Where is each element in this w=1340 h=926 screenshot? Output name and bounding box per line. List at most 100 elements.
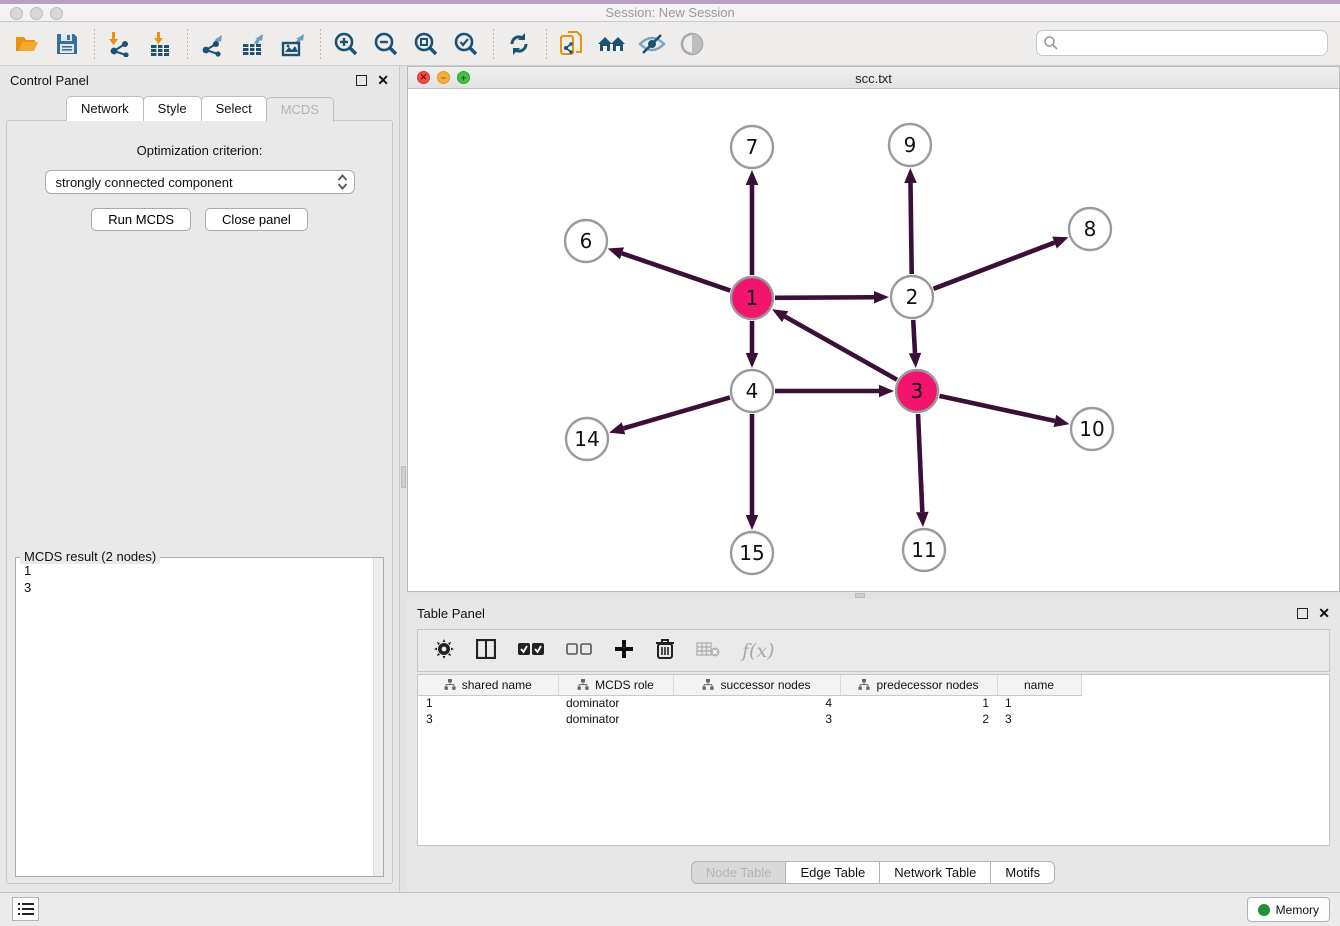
graph-edge-3-11[interactable] bbox=[918, 414, 922, 512]
function-builder-icon[interactable]: f(x) bbox=[742, 640, 775, 662]
select-all-icon[interactable] bbox=[518, 642, 544, 659]
result-scrollbar[interactable] bbox=[373, 558, 383, 876]
edge-arrowhead bbox=[746, 353, 759, 368]
refresh-icon[interactable] bbox=[504, 29, 534, 59]
zoom-fit-icon[interactable] bbox=[411, 29, 441, 59]
mcds-result-text[interactable]: 1 3 bbox=[16, 558, 383, 876]
graph-edge-1-2[interactable] bbox=[775, 297, 874, 298]
import-table-icon[interactable] bbox=[145, 29, 175, 59]
network-graph: 7968124314101511 bbox=[408, 89, 1339, 591]
table-cell[interactable]: 3 bbox=[673, 711, 840, 727]
graph-edge-3-10[interactable] bbox=[939, 396, 1054, 421]
table-cell[interactable]: 3 bbox=[418, 711, 558, 727]
home-layout-icon[interactable] bbox=[597, 29, 627, 59]
node-label: 7 bbox=[746, 135, 759, 159]
edge-arrowhead bbox=[746, 515, 759, 530]
table-cell[interactable]: 3 bbox=[997, 711, 1081, 727]
zoom-selected-icon[interactable] bbox=[451, 29, 481, 59]
column-header-2[interactable]: successor nodes bbox=[673, 675, 840, 695]
column-header-0[interactable]: shared name bbox=[418, 675, 558, 695]
vertical-splitter[interactable] bbox=[400, 66, 407, 892]
table-cell[interactable]: 1 bbox=[997, 695, 1081, 711]
table-cell[interactable]: 4 bbox=[673, 695, 840, 711]
graph-edge-3-1[interactable] bbox=[785, 317, 897, 380]
delete-table-icon[interactable] bbox=[696, 641, 720, 660]
search-input[interactable] bbox=[1059, 32, 1327, 54]
show-graphics-toggle-icon[interactable] bbox=[677, 29, 707, 59]
search-box[interactable] bbox=[1036, 30, 1328, 56]
table-cell[interactable]: dominator bbox=[558, 695, 673, 711]
optimization-criterion-select[interactable]: strongly connected component bbox=[45, 170, 355, 194]
column-header-1[interactable]: MCDS role bbox=[558, 675, 673, 695]
table-header-row: shared name MCDS role successor nodesprede… bbox=[418, 675, 1081, 695]
delete-column-icon[interactable] bbox=[656, 639, 674, 662]
zoom-in-icon[interactable] bbox=[331, 29, 361, 59]
graph-edge-1-6[interactable] bbox=[622, 253, 730, 290]
table-panel: Table Panel ✕ f(x) shared nameMCDS roles… bbox=[407, 599, 1340, 892]
add-column-icon[interactable] bbox=[614, 639, 634, 662]
control-panel-header: Control Panel ✕ bbox=[0, 66, 399, 94]
export-network-icon[interactable] bbox=[198, 29, 228, 59]
node-label: 9 bbox=[904, 133, 917, 157]
memory-button[interactable]: Memory bbox=[1247, 897, 1330, 922]
float-panel-icon[interactable] bbox=[1297, 608, 1308, 619]
edge-arrowhead bbox=[879, 385, 894, 398]
tab-style[interactable]: Style bbox=[143, 96, 202, 121]
column-header-4[interactable]: name bbox=[997, 675, 1081, 695]
tab-network[interactable]: Network bbox=[66, 96, 144, 121]
close-panel-icon[interactable]: ✕ bbox=[377, 75, 389, 86]
node-label: 14 bbox=[574, 427, 599, 451]
tab-motifs[interactable]: Motifs bbox=[990, 861, 1055, 884]
export-image-icon[interactable] bbox=[278, 29, 308, 59]
edge-arrowhead bbox=[608, 247, 624, 259]
node-label: 6 bbox=[580, 229, 593, 253]
node-label: 11 bbox=[911, 538, 936, 562]
hide-graphics-icon[interactable] bbox=[637, 29, 667, 59]
import-network-icon[interactable] bbox=[105, 29, 135, 59]
column-label: shared name bbox=[462, 678, 532, 692]
column-header-3[interactable]: predecessor nodes bbox=[840, 675, 997, 695]
table-row[interactable]: 3dominator323 bbox=[418, 711, 1081, 727]
network-window-titlebar[interactable]: ✕ − + scc.txt bbox=[408, 67, 1339, 89]
graph-edge-2-9[interactable] bbox=[911, 183, 912, 274]
tab-network-table[interactable]: Network Table bbox=[879, 861, 991, 884]
network-window-title: scc.txt bbox=[408, 71, 1339, 86]
run-mcds-button[interactable]: Run MCDS bbox=[91, 208, 191, 231]
splitter-grip[interactable] bbox=[401, 466, 406, 488]
node-table[interactable]: shared name MCDS role successor nodesprede… bbox=[418, 675, 1082, 727]
toolbar-separator bbox=[187, 29, 188, 59]
gear-icon[interactable] bbox=[434, 639, 454, 662]
node-label: 3 bbox=[911, 379, 924, 403]
close-panel-button[interactable]: Close panel bbox=[205, 208, 308, 231]
tab-select[interactable]: Select bbox=[201, 96, 267, 121]
tab-node-table[interactable]: Node Table bbox=[691, 861, 787, 884]
table-cell[interactable]: 1 bbox=[418, 695, 558, 711]
tab-edge-table[interactable]: Edge Table bbox=[785, 861, 880, 884]
zoom-out-icon[interactable] bbox=[371, 29, 401, 59]
table-body: 1dominator4113dominator323 bbox=[418, 695, 1081, 727]
horizontal-splitter[interactable] bbox=[407, 592, 1340, 599]
graph-edge-2-3[interactable] bbox=[913, 320, 915, 353]
save-icon[interactable] bbox=[52, 29, 82, 59]
table-cell[interactable]: 2 bbox=[840, 711, 997, 727]
edge-arrowhead bbox=[904, 168, 917, 183]
table-tabs: Node Table Edge Table Network Table Moti… bbox=[407, 861, 1340, 884]
table-cell[interactable]: dominator bbox=[558, 711, 673, 727]
graph-edge-2-8[interactable] bbox=[933, 243, 1054, 289]
unselect-all-icon[interactable] bbox=[566, 642, 592, 659]
table-cell[interactable]: 1 bbox=[840, 695, 997, 711]
clone-network-icon[interactable] bbox=[557, 29, 587, 59]
open-folder-icon[interactable] bbox=[12, 29, 42, 59]
splitter-grip[interactable] bbox=[855, 593, 865, 598]
export-table-icon[interactable] bbox=[238, 29, 268, 59]
task-history-button[interactable] bbox=[12, 897, 39, 921]
split-columns-icon[interactable] bbox=[476, 639, 496, 662]
main-toolbar bbox=[0, 22, 1340, 66]
close-panel-icon[interactable]: ✕ bbox=[1318, 608, 1330, 619]
float-panel-icon[interactable] bbox=[356, 75, 367, 86]
table-row[interactable]: 1dominator411 bbox=[418, 695, 1081, 711]
graph-edge-4-14[interactable] bbox=[623, 397, 729, 428]
tab-mcds[interactable]: MCDS bbox=[266, 97, 334, 122]
network-canvas[interactable]: 7968124314101511 bbox=[408, 89, 1339, 591]
column-label: MCDS role bbox=[595, 678, 654, 692]
